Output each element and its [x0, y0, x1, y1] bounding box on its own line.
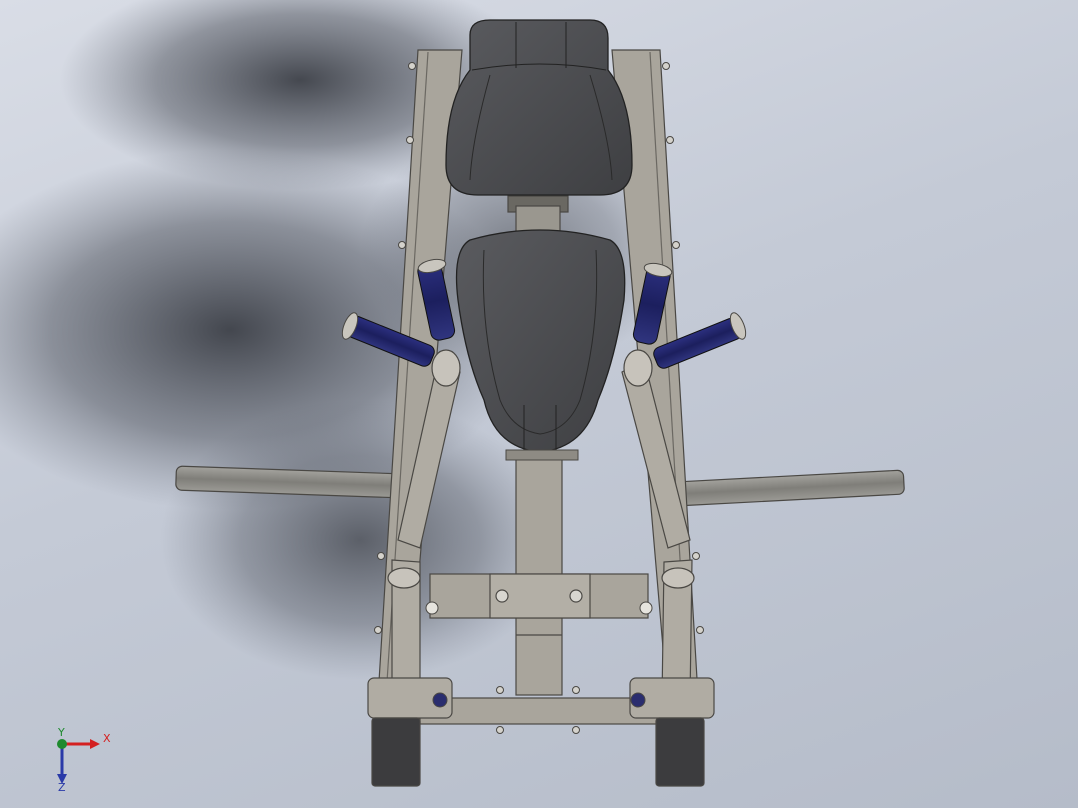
- right-weight-horn[interactable]: [675, 469, 905, 507]
- z-axis-arrow: [57, 744, 67, 784]
- y-axis-label: Y: [57, 728, 65, 739]
- back-pad[interactable]: [445, 19, 633, 196]
- x-axis-arrow: [62, 739, 100, 749]
- z-axis-label: Z: [58, 781, 66, 792]
- x-axis-label: X: [103, 732, 111, 745]
- cad-viewport[interactable]: X Y Z: [0, 0, 1078, 808]
- model-scene[interactable]: [0, 0, 1078, 808]
- axis-triad: X Y Z: [57, 728, 111, 792]
- y-axis-origin: [57, 739, 67, 749]
